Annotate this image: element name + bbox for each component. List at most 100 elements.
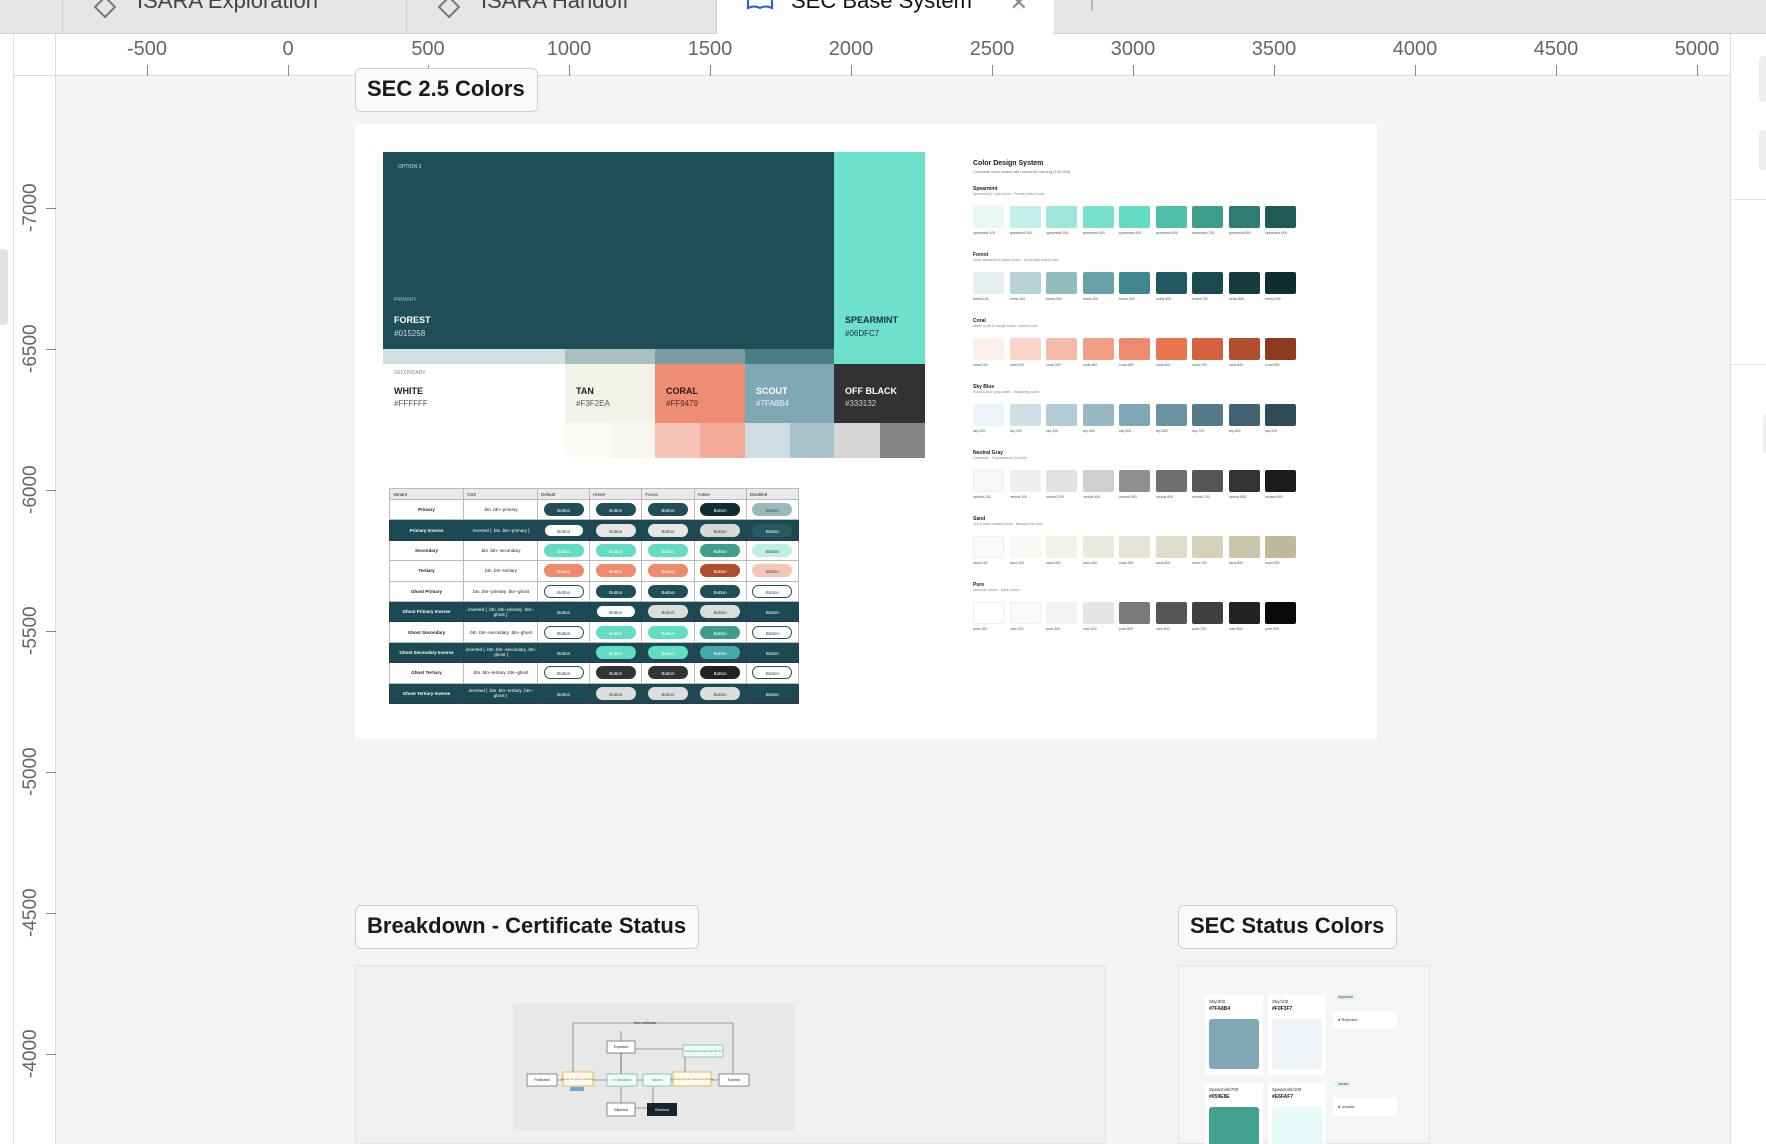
scale-swatch[interactable] <box>1155 272 1187 294</box>
scale-swatch[interactable] <box>1119 602 1150 624</box>
scale-swatch[interactable] <box>1082 272 1114 294</box>
tab-sec-base-system[interactable]: SEC Base System ✕ <box>716 0 1054 34</box>
scale-swatch[interactable] <box>973 206 1004 228</box>
scale-swatch[interactable] <box>1009 338 1041 360</box>
sample-button[interactable]: Button <box>647 605 688 619</box>
sample-button[interactable]: Button <box>543 584 584 598</box>
sample-button[interactable]: Button <box>752 605 793 619</box>
add-tab-icon[interactable]: | <box>1090 0 1110 11</box>
scale-swatch[interactable] <box>1046 602 1077 624</box>
sample-button[interactable]: Button <box>647 543 688 557</box>
frame-label-colors[interactable]: SEC 2.5 Colors <box>355 68 538 112</box>
sample-button[interactable]: Button <box>595 503 636 517</box>
scale-swatch[interactable] <box>1046 272 1077 294</box>
sample-button[interactable]: Button <box>700 625 741 639</box>
sample-button[interactable]: Button <box>752 686 793 700</box>
sample-button[interactable]: Button <box>700 543 741 557</box>
sample-button[interactable]: Button <box>543 564 584 578</box>
scale-swatch[interactable] <box>1009 536 1041 558</box>
scale-swatch[interactable] <box>1192 272 1223 294</box>
scale-swatch[interactable] <box>1046 404 1077 426</box>
scale-swatch[interactable] <box>1046 536 1077 558</box>
scale-swatch[interactable] <box>1265 338 1296 360</box>
sample-button[interactable]: Button <box>752 503 793 517</box>
sample-button[interactable]: Button <box>700 666 741 680</box>
scale-swatch[interactable] <box>1228 536 1260 558</box>
scale-swatch[interactable] <box>1119 206 1150 228</box>
sample-button[interactable]: Button <box>543 625 584 639</box>
panel-handle[interactable] <box>0 249 8 325</box>
sample-button[interactable]: Button <box>595 605 636 619</box>
sample-button[interactable]: Button <box>700 605 741 619</box>
scale-swatch[interactable] <box>1082 338 1114 360</box>
scale-swatch[interactable] <box>1155 206 1187 228</box>
sample-button[interactable]: Button <box>647 584 688 598</box>
scale-swatch[interactable] <box>1228 272 1260 294</box>
sample-button[interactable]: Button <box>595 625 636 639</box>
sample-button[interactable]: Button <box>700 523 741 537</box>
scale-swatch[interactable] <box>1009 206 1041 228</box>
sample-button[interactable]: Button <box>595 523 636 537</box>
scale-swatch[interactable] <box>1265 272 1296 294</box>
sample-button[interactable]: Button <box>595 584 636 598</box>
sample-button[interactable]: Button <box>752 564 793 578</box>
scale-swatch[interactable] <box>1192 338 1223 360</box>
scale-swatch[interactable] <box>1119 272 1150 294</box>
scale-swatch[interactable] <box>1155 404 1187 426</box>
scale-swatch[interactable] <box>1228 602 1260 624</box>
sample-button[interactable]: Button <box>752 645 793 659</box>
scale-swatch[interactable] <box>1119 338 1150 360</box>
scale-swatch[interactable] <box>1155 470 1187 492</box>
scale-swatch[interactable] <box>973 602 1004 624</box>
scale-swatch[interactable] <box>1009 272 1041 294</box>
sample-button[interactable]: Button <box>543 523 584 537</box>
sample-button[interactable]: Button <box>543 686 584 700</box>
sample-button[interactable]: Button <box>752 625 793 639</box>
sample-button[interactable]: Button <box>595 645 636 659</box>
sample-button[interactable]: Button <box>647 645 688 659</box>
avatar[interactable] <box>1759 56 1766 102</box>
sample-button[interactable]: Button <box>543 605 584 619</box>
sample-button[interactable]: Button <box>752 666 793 680</box>
sample-button[interactable]: Button <box>647 564 688 578</box>
sample-button[interactable]: Button <box>700 584 741 598</box>
scale-swatch[interactable] <box>973 272 1004 294</box>
scale-swatch[interactable] <box>1119 470 1150 492</box>
tab-isara-handoff[interactable]: ISARA Handoff <box>406 0 716 34</box>
scale-swatch[interactable] <box>973 470 1004 492</box>
scale-swatch[interactable] <box>1192 536 1223 558</box>
scale-swatch[interactable] <box>1009 404 1041 426</box>
scale-swatch[interactable] <box>1228 404 1260 426</box>
scale-swatch[interactable] <box>1228 470 1260 492</box>
tab-isara-exploration[interactable]: ISARA Exploration <box>62 0 406 34</box>
scale-swatch[interactable] <box>1265 536 1296 558</box>
sample-button[interactable]: Button <box>543 503 584 517</box>
scale-swatch[interactable] <box>1082 404 1114 426</box>
sample-button[interactable]: Button <box>700 645 741 659</box>
panel-tab[interactable] <box>1759 130 1766 170</box>
scale-swatch[interactable] <box>1009 470 1041 492</box>
breakdown-frame[interactable]: New certificate Expected Expiring renewa… <box>355 965 1106 1144</box>
scale-swatch[interactable] <box>1265 470 1296 492</box>
scale-swatch[interactable] <box>1046 470 1077 492</box>
sample-button[interactable]: Button <box>595 543 636 557</box>
sample-button[interactable]: Button <box>647 666 688 680</box>
sample-button[interactable]: Button <box>752 584 793 598</box>
sample-button[interactable]: Button <box>595 686 636 700</box>
sample-button[interactable]: Button <box>543 645 584 659</box>
colors-frame[interactable]: OPTION 3 PRIMARY FOREST #015258 SPEARMIN… <box>355 124 1377 738</box>
scale-swatch[interactable] <box>1192 206 1223 228</box>
scale-swatch[interactable] <box>1046 206 1077 228</box>
scale-swatch[interactable] <box>1192 602 1223 624</box>
scale-swatch[interactable] <box>1192 470 1223 492</box>
sample-button[interactable]: Button <box>700 503 741 517</box>
scale-swatch[interactable] <box>1155 536 1187 558</box>
scale-swatch[interactable] <box>1265 602 1296 624</box>
scale-swatch[interactable] <box>1155 338 1187 360</box>
scale-swatch[interactable] <box>1228 206 1260 228</box>
scale-swatch[interactable] <box>973 536 1004 558</box>
sample-button[interactable]: Button <box>595 666 636 680</box>
scale-swatch[interactable] <box>1082 470 1114 492</box>
sample-button[interactable]: Button <box>752 543 793 557</box>
scale-swatch[interactable] <box>1119 536 1150 558</box>
